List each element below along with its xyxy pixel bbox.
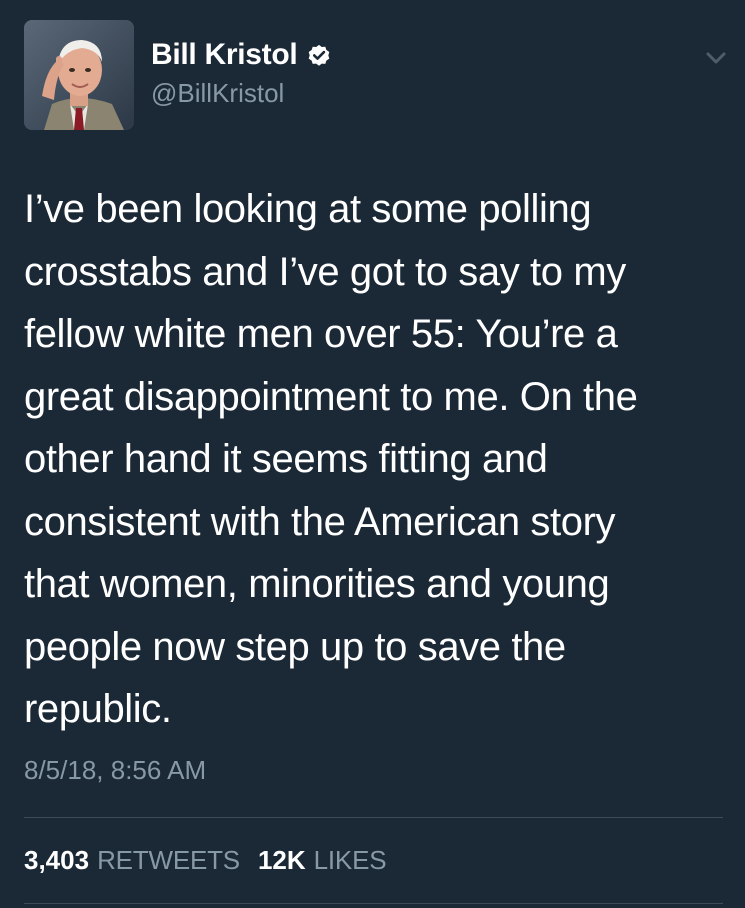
likes-label: LIKES [313,845,387,875]
divider [24,817,723,818]
profile-photo [24,20,134,130]
likes-stat[interactable]: 12K LIKES [257,845,387,876]
divider [24,903,723,904]
display-name-text: Bill Kristol [151,38,298,71]
avatar[interactable] [24,20,134,130]
likes-count: 12K [257,845,306,875]
retweets-stat[interactable]: 3,403 RETWEETS [24,845,240,876]
user-handle[interactable]: @BillKristol [151,78,284,109]
display-name[interactable]: Bill Kristol [151,38,332,72]
retweets-label: RETWEETS [97,845,240,875]
tweet-text: I’ve been looking at some polling crosst… [24,187,638,731]
chevron-down-icon[interactable] [702,44,730,72]
tweet-timestamp[interactable]: 8/5/18, 8:56 AM [24,755,206,786]
retweets-count: 3,403 [24,845,90,875]
tweet-stats: 3,403 RETWEETS 12K LIKES [24,845,387,876]
verified-badge-icon [306,42,332,68]
